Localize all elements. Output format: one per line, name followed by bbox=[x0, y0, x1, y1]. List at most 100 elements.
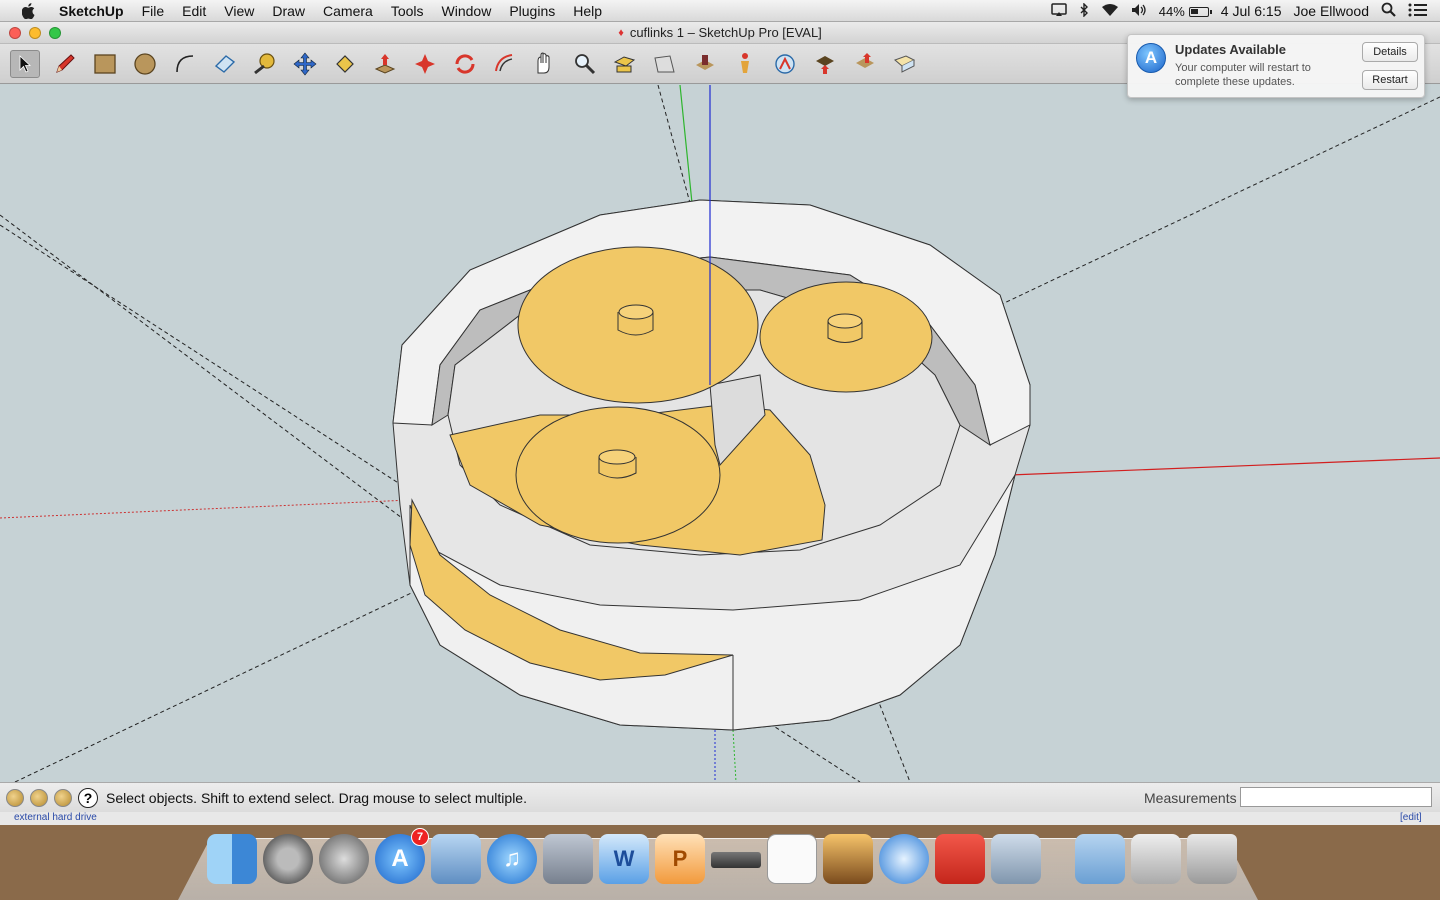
cufflink-post-top-2 bbox=[827, 313, 863, 329]
details-button[interactable]: Details bbox=[1362, 42, 1418, 62]
guide-line bbox=[657, 85, 691, 204]
menu-bar: SketchUp File Edit View Draw Camera Tool… bbox=[0, 0, 1440, 22]
share-model-tool[interactable] bbox=[890, 50, 920, 78]
move-tool[interactable] bbox=[290, 50, 320, 78]
documents-folder-icon[interactable] bbox=[1075, 834, 1125, 884]
reminders-icon[interactable] bbox=[767, 834, 817, 884]
menu-window[interactable]: Window bbox=[433, 0, 501, 22]
eraser-tool[interactable] bbox=[210, 50, 240, 78]
pencil-tool[interactable] bbox=[50, 50, 80, 78]
push-pull-tool[interactable] bbox=[370, 50, 400, 78]
trash-icon[interactable] bbox=[1187, 834, 1237, 884]
green-axis bbox=[679, 85, 693, 204]
green-axis-negative bbox=[732, 729, 737, 782]
user-name[interactable]: Joe Ellwood bbox=[1294, 3, 1370, 19]
dock: A7 ♫ W P bbox=[0, 828, 1440, 900]
menu-camera[interactable]: Camera bbox=[314, 0, 382, 22]
facetime-icon[interactable] bbox=[543, 834, 593, 884]
preview-icon[interactable] bbox=[431, 834, 481, 884]
menu-app-name[interactable]: SketchUp bbox=[50, 0, 133, 22]
powerpoint-icon[interactable]: P bbox=[655, 834, 705, 884]
red-axis bbox=[1009, 457, 1440, 476]
geo-location-icon[interactable] bbox=[6, 788, 24, 807]
menu-file[interactable]: File bbox=[133, 0, 174, 22]
background-window-strip: external hard drive [edit] bbox=[0, 812, 1440, 825]
battery-icon[interactable] bbox=[1188, 3, 1212, 19]
menu-edit[interactable]: Edit bbox=[173, 0, 215, 22]
device-icon[interactable] bbox=[711, 852, 761, 868]
clock[interactable]: 4 Jul 6:15 bbox=[1221, 3, 1282, 19]
window-title: cuflinks 1 – SketchUp Pro [EVAL] bbox=[629, 25, 822, 40]
volume-icon[interactable] bbox=[1131, 3, 1147, 20]
sketchup-window: ♦ cuflinks 1 – SketchUp Pro [EVAL] ? Sel… bbox=[0, 22, 1440, 825]
menu-tools[interactable]: Tools bbox=[382, 0, 433, 22]
menu-help[interactable]: Help bbox=[564, 0, 611, 22]
red-axis-negative bbox=[0, 499, 411, 519]
guide-line bbox=[14, 564, 471, 782]
battery-percent[interactable]: 44% bbox=[1159, 4, 1185, 19]
system-preferences-icon[interactable] bbox=[263, 834, 313, 884]
window-controls bbox=[9, 27, 69, 39]
apple-menu-icon[interactable] bbox=[18, 0, 40, 22]
iphoto-icon[interactable] bbox=[823, 834, 873, 884]
measurements-input[interactable] bbox=[1240, 787, 1432, 807]
menu-extras: 44% 4 Jul 6:15 Joe Ellwood bbox=[1051, 0, 1440, 22]
model-viewport[interactable] bbox=[0, 85, 1440, 782]
word-icon[interactable]: W bbox=[599, 834, 649, 884]
arc-tool[interactable] bbox=[170, 50, 200, 78]
itunes-icon[interactable]: ♫ bbox=[487, 834, 537, 884]
safari-icon[interactable] bbox=[879, 834, 929, 884]
menu-plugins[interactable]: Plugins bbox=[500, 0, 564, 22]
wifi-icon[interactable] bbox=[1101, 3, 1119, 20]
add-location-tool[interactable] bbox=[850, 50, 880, 78]
credits-icon[interactable] bbox=[30, 788, 48, 807]
zoom-button[interactable] bbox=[49, 27, 61, 39]
walk-tool[interactable] bbox=[770, 50, 800, 78]
position-camera-tool[interactable] bbox=[690, 50, 720, 78]
zoom-extents-tool[interactable] bbox=[610, 50, 640, 78]
finder-icon[interactable] bbox=[207, 834, 257, 884]
notification-center-icon[interactable] bbox=[1408, 3, 1428, 20]
minimize-button[interactable] bbox=[29, 27, 41, 39]
paint-bucket-tool[interactable] bbox=[330, 50, 360, 78]
launchpad-icon[interactable] bbox=[319, 834, 369, 884]
updates-notification: A Updates Available Your computer will r… bbox=[1127, 34, 1425, 98]
zoom-tool[interactable] bbox=[570, 50, 600, 78]
cufflink-post-top-3 bbox=[598, 449, 636, 465]
guide-line bbox=[999, 96, 1440, 306]
sketchup-icon[interactable] bbox=[935, 834, 985, 884]
measurements-label: Measurements bbox=[1144, 790, 1237, 806]
sidebar-item-external-drive[interactable]: external hard drive bbox=[14, 812, 97, 823]
help-icon[interactable]: ? bbox=[78, 787, 98, 808]
app-store-badge: 7 bbox=[411, 828, 429, 846]
airplay-icon[interactable] bbox=[1051, 2, 1067, 20]
spotlight-icon[interactable] bbox=[1381, 2, 1396, 20]
follow-me-tool[interactable] bbox=[450, 50, 480, 78]
status-hint: Select objects. Shift to extend select. … bbox=[106, 789, 527, 806]
circle-tool[interactable] bbox=[130, 50, 160, 78]
rectangle-tool[interactable] bbox=[90, 50, 120, 78]
edit-link[interactable]: [edit] bbox=[1400, 812, 1422, 823]
downloads-folder-icon[interactable] bbox=[1131, 834, 1181, 884]
close-button[interactable] bbox=[9, 27, 21, 39]
tape-measure-tool[interactable] bbox=[250, 50, 280, 78]
notification-title: Updates Available bbox=[1175, 42, 1287, 57]
menu-view[interactable]: View bbox=[215, 0, 263, 22]
model-canvas[interactable] bbox=[0, 85, 1440, 782]
notification-body: Your computer will restart to complete t… bbox=[1175, 62, 1311, 88]
look-around-tool[interactable] bbox=[730, 50, 760, 78]
orbit-tool[interactable] bbox=[530, 50, 560, 78]
section-plane-tool[interactable] bbox=[810, 50, 840, 78]
restart-button[interactable]: Restart bbox=[1362, 70, 1418, 90]
document-icon: ♦ bbox=[618, 26, 624, 39]
app-store-icon[interactable]: A7 bbox=[375, 828, 429, 884]
status-bar: ? Select objects. Shift to extend select… bbox=[0, 782, 1440, 812]
rotate-tool[interactable] bbox=[410, 50, 440, 78]
bluetooth-icon[interactable] bbox=[1079, 1, 1089, 20]
offset-tool[interactable] bbox=[490, 50, 520, 78]
select-tool[interactable] bbox=[10, 50, 40, 78]
user-icon[interactable] bbox=[54, 788, 72, 807]
photo-booth-icon[interactable] bbox=[991, 834, 1041, 884]
menu-draw[interactable]: Draw bbox=[263, 0, 314, 22]
previous-view-tool[interactable] bbox=[650, 50, 680, 78]
